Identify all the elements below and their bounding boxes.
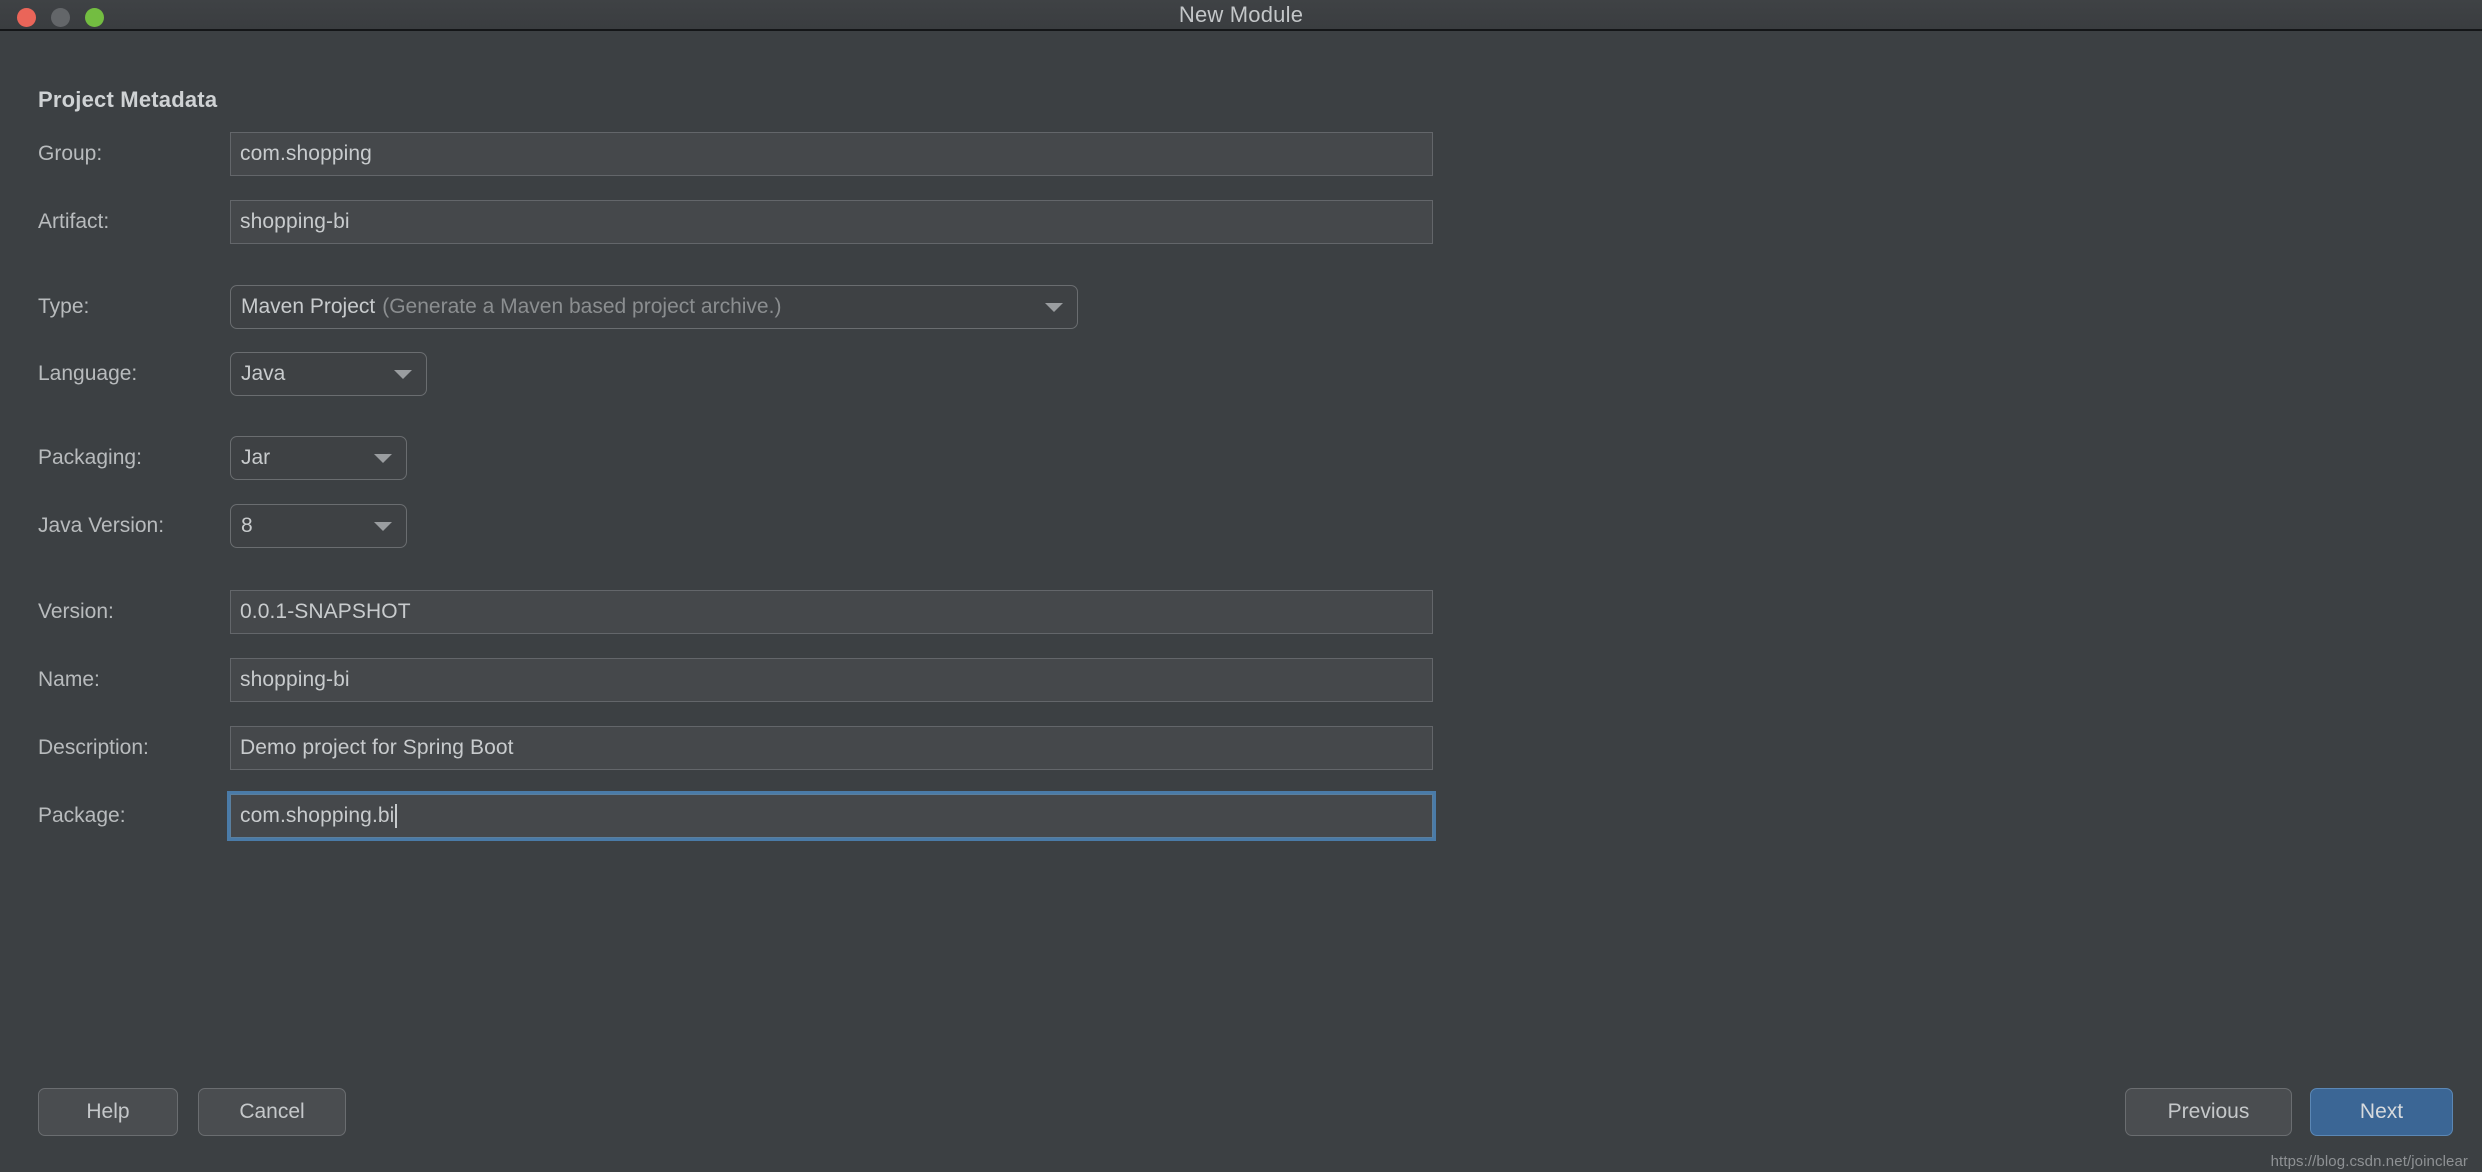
language-dropdown[interactable]: Java (230, 352, 427, 396)
label-java-version: Java Version: (38, 514, 165, 537)
version-input-value: 0.0.1-SNAPSHOT (240, 600, 411, 623)
java-version-dropdown-value: 8 (241, 514, 253, 537)
window-title: New Module (1178, 2, 1304, 27)
java-version-dropdown[interactable]: 8 (230, 504, 407, 548)
label-package: Package: (38, 804, 126, 827)
version-input[interactable]: 0.0.1-SNAPSHOT (230, 590, 1433, 634)
help-button[interactable]: Help (38, 1088, 178, 1136)
label-name: Name: (38, 668, 100, 691)
artifact-input-value: shopping-bi (240, 210, 350, 233)
package-input[interactable]: com.shopping.bi (227, 791, 1436, 841)
watermark: https://blog.csdn.net/joinclear (2270, 1153, 2468, 1170)
label-artifact: Artifact: (38, 210, 110, 233)
label-packaging: Packaging: (38, 446, 142, 469)
description-input-value: Demo project for Spring Boot (240, 736, 514, 759)
label-language: Language: (38, 362, 138, 385)
cancel-button[interactable]: Cancel (198, 1088, 346, 1136)
section-title-project-metadata: Project Metadata (38, 87, 218, 112)
package-input-value: com.shopping.bi (240, 804, 395, 827)
window-titlebar: New Module (0, 0, 2482, 31)
chevron-down-icon (394, 369, 412, 379)
description-input[interactable]: Demo project for Spring Boot (230, 726, 1433, 770)
type-dropdown-hint: (Generate a Maven based project archive.… (382, 295, 782, 318)
dialog-body: Project Metadata Group: com.shopping Art… (0, 31, 2482, 1172)
label-version: Version: (38, 600, 114, 623)
type-dropdown[interactable]: Maven Project (Generate a Maven based pr… (230, 285, 1078, 329)
packaging-dropdown[interactable]: Jar (230, 436, 407, 480)
language-dropdown-value: Java (241, 362, 286, 385)
artifact-input[interactable]: shopping-bi (230, 200, 1433, 244)
label-type: Type: (38, 295, 90, 318)
name-input[interactable]: shopping-bi (230, 658, 1433, 702)
group-input-value: com.shopping (240, 142, 372, 165)
label-group: Group: (38, 142, 103, 165)
next-button[interactable]: Next (2310, 1088, 2453, 1136)
label-description: Description: (38, 736, 149, 759)
chevron-down-icon (374, 521, 392, 531)
new-module-dialog: New Module Project Metadata Group: com.s… (0, 0, 2482, 1172)
text-caret (395, 804, 398, 828)
packaging-dropdown-value: Jar (241, 446, 271, 469)
chevron-down-icon (374, 453, 392, 463)
group-input[interactable]: com.shopping (230, 132, 1433, 176)
type-dropdown-value: Maven Project (241, 295, 376, 318)
previous-button[interactable]: Previous (2125, 1088, 2292, 1136)
name-input-value: shopping-bi (240, 668, 350, 691)
chevron-down-icon (1045, 302, 1063, 312)
